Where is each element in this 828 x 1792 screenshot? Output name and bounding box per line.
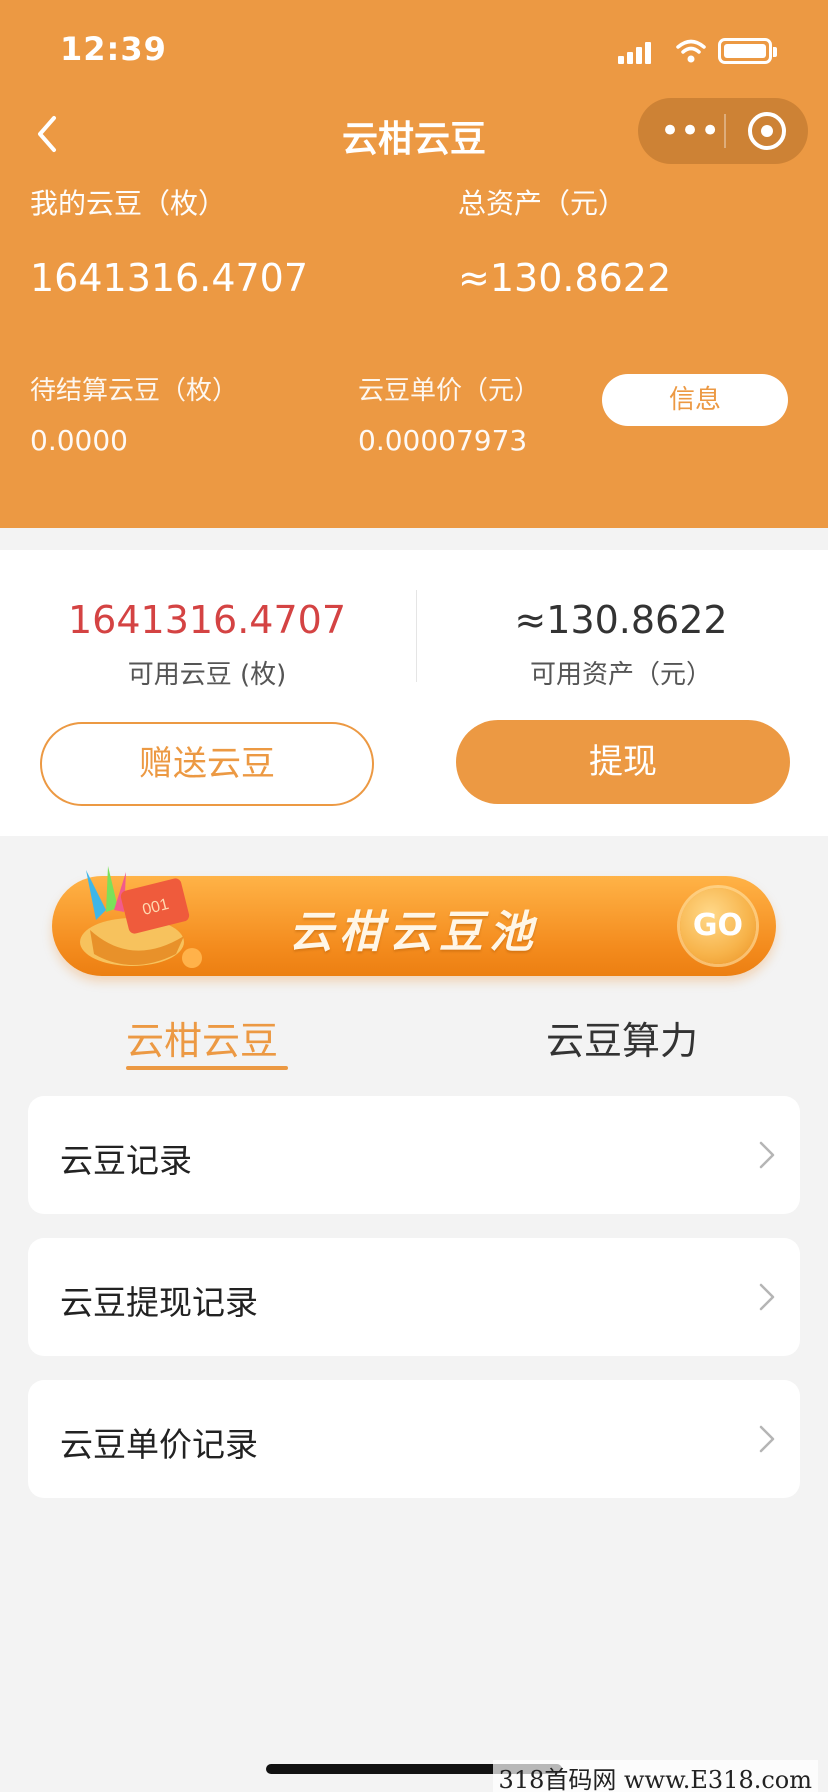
total-assets-label: 总资产（元）: [458, 187, 627, 220]
status-time: 12:39: [60, 30, 167, 68]
tab-yungan-beans[interactable]: 云柑云豆: [126, 1010, 278, 1065]
go-button[interactable]: GO: [680, 888, 756, 964]
available-beans-label: 可用云豆 (枚): [127, 660, 287, 690]
my-beans-value: 1641316.4707: [30, 256, 309, 300]
available-assets: ≈130.8622 可用资产（元）: [414, 596, 828, 691]
available-beans: 1641316.4707 可用云豆 (枚): [0, 596, 414, 691]
target-circle-icon[interactable]: [748, 112, 786, 150]
unit-price-label: 云豆单价（元）: [358, 376, 541, 406]
tab-bean-compute[interactable]: 云豆算力: [546, 1010, 698, 1065]
available-assets-label: 可用资产（元）: [529, 660, 712, 690]
list-item-label: 云豆提现记录: [60, 1283, 258, 1322]
gift-beans-button[interactable]: 赠送云豆: [40, 722, 374, 806]
available-assets-value: ≈130.8622: [514, 598, 728, 642]
mini-program-capsule: •••: [638, 98, 808, 164]
app-page: 12:39 云柑云豆 ••• 我的云豆（枚） 1641316.4707 总资产（…: [0, 0, 828, 1792]
info-button[interactable]: 信息: [602, 374, 788, 426]
list-item-price-records[interactable]: 云豆单价记录: [28, 1380, 800, 1498]
total-assets-value: ≈130.8622: [458, 256, 672, 300]
my-beans-label: 我的云豆（枚）: [30, 187, 227, 220]
list-item-label: 云豆记录: [60, 1141, 192, 1180]
header: 12:39 云柑云豆 ••• 我的云豆（枚） 1641316.4707 总资产（…: [0, 0, 828, 528]
status-icons: [618, 36, 794, 66]
pending-beans-value: 0.0000: [30, 424, 128, 457]
chevron-right-icon: [759, 1283, 775, 1311]
balance-card: 1641316.4707 可用云豆 (枚) ≈130.8622 可用资产（元） …: [0, 550, 828, 836]
unit-price-value: 0.00007973: [358, 424, 528, 457]
watermark: 318首码网 www.E318.com: [492, 1760, 818, 1792]
pending-beans-label: 待结算云豆（枚）: [30, 376, 239, 406]
battery-icon: [718, 38, 777, 64]
list-item-bean-records[interactable]: 云豆记录: [28, 1096, 800, 1214]
pool-title: 云柑云豆池: [289, 907, 539, 958]
chevron-right-icon: [759, 1141, 775, 1169]
available-beans-value: 1641316.4707: [67, 598, 347, 642]
status-bar: 12:39: [0, 0, 828, 100]
list-item-label: 云豆单价记录: [60, 1425, 258, 1464]
list-item-withdraw-records[interactable]: 云豆提现记录: [28, 1238, 800, 1356]
capsule-divider: [724, 114, 726, 148]
withdraw-button[interactable]: 提现: [456, 720, 790, 804]
bean-pool-banner[interactable]: 001 云柑云豆池 GO: [52, 866, 776, 976]
more-dots-icon[interactable]: •••: [660, 112, 720, 150]
signal-icon: [618, 40, 654, 64]
chevron-right-icon: [759, 1425, 775, 1453]
wifi-icon: [676, 39, 706, 63]
tab-underline: [126, 1066, 288, 1070]
